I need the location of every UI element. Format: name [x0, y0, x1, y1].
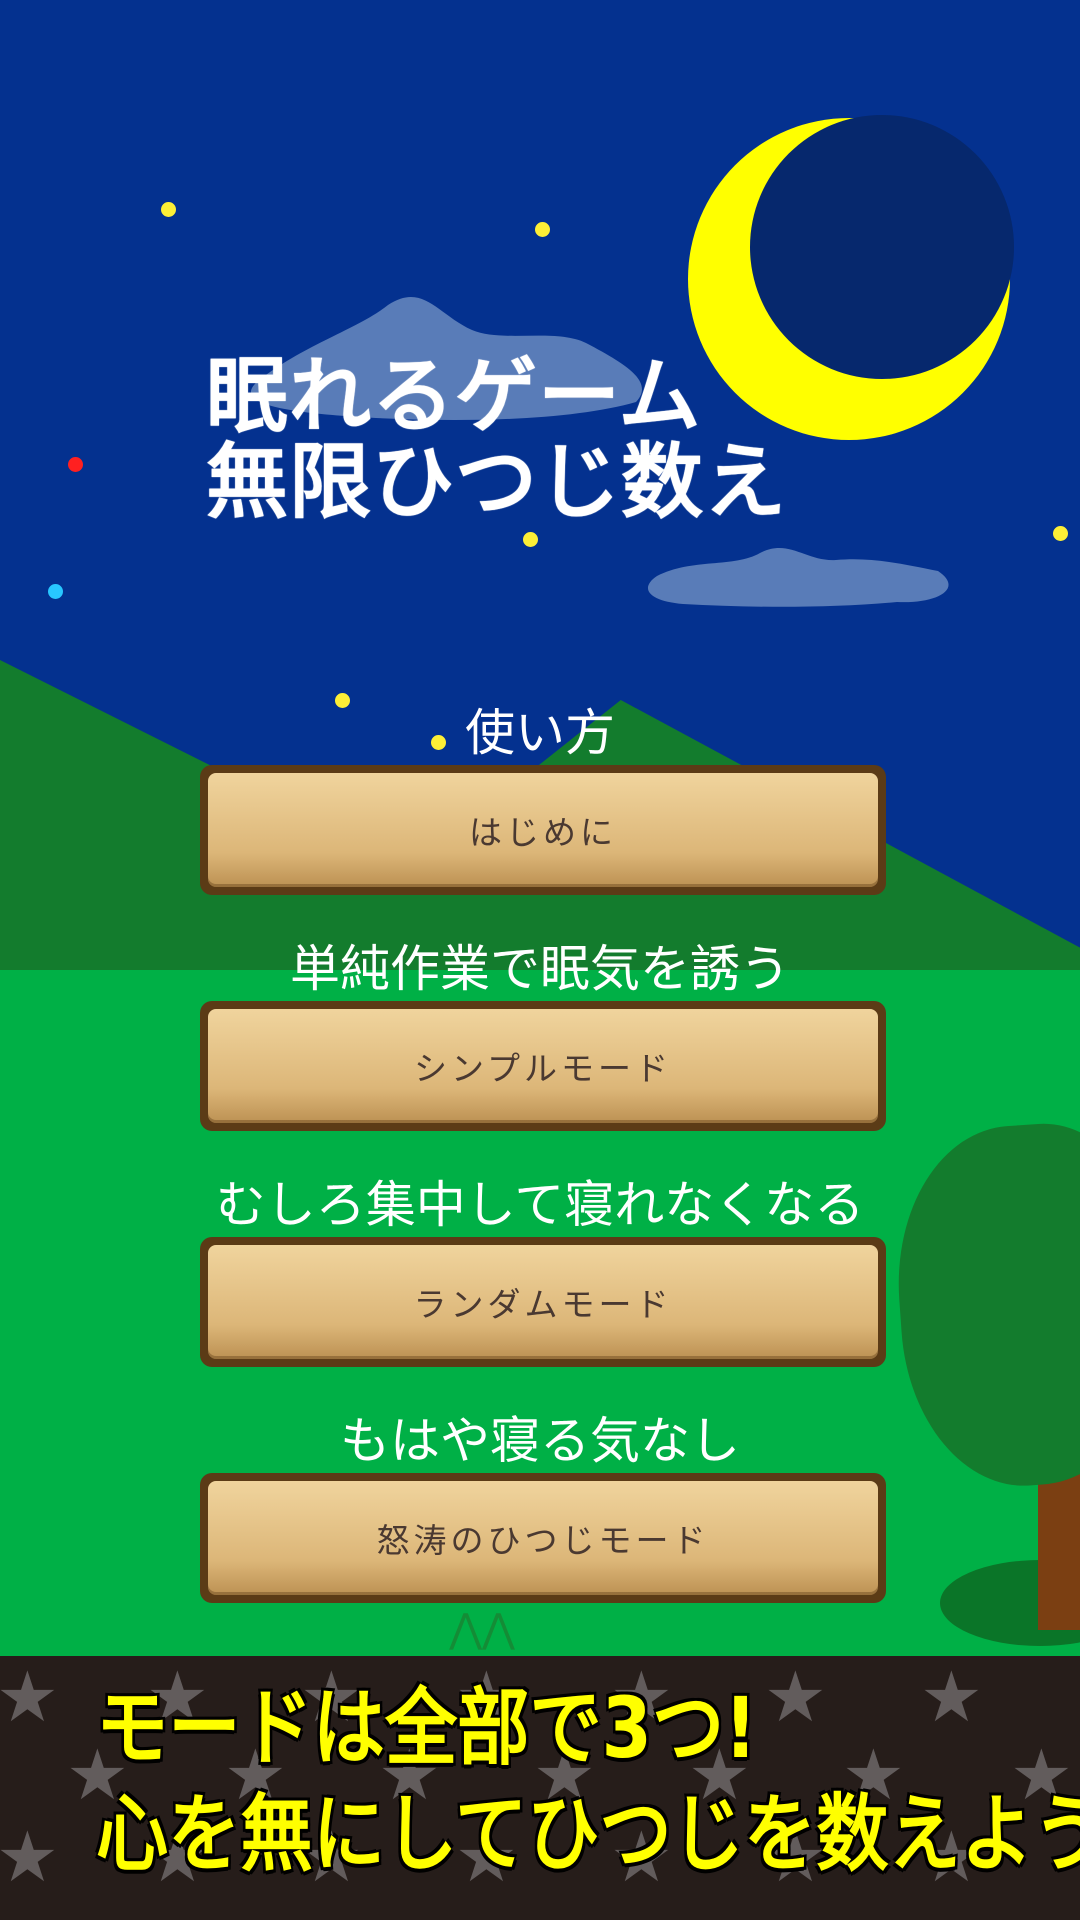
star-icon [1053, 526, 1068, 541]
promo-banner: ★ ★ ★ ★ ★ ★ ★ ★ ★ ★ ★ ★ ★ ★ ★ ★ ★ ★ ★ ★ … [0, 1656, 1080, 1920]
moon-shadow [750, 115, 1014, 379]
rush-mode-button[interactable]: 怒涛のひつじモード [200, 1473, 886, 1603]
grass-icon: ⋀⋀ [449, 1606, 515, 1652]
caption-how-to-play: 使い方 [465, 704, 615, 762]
random-mode-label: ランダムモード [208, 1245, 878, 1359]
star-icon [68, 457, 83, 472]
star-icon [48, 584, 63, 599]
caption-rush-mode: もはや寝る気なし [340, 1412, 740, 1470]
star-icon [535, 222, 550, 237]
caption-random-mode: むしろ集中して寝れなくなる [215, 1176, 865, 1234]
title-line-1: 眠れるゲーム [206, 349, 702, 444]
star-icon [161, 202, 176, 217]
star-icon [523, 532, 538, 547]
star-icon: ★ [0, 1656, 59, 1738]
banner-line-1: モードは全部で3つ! [96, 1679, 758, 1777]
simple-mode-button[interactable]: シンプルモード [200, 1001, 886, 1131]
start-button-label: はじめに [208, 773, 878, 887]
start-button[interactable]: はじめに [200, 765, 886, 895]
rush-mode-label: 怒涛のひつじモード [208, 1481, 878, 1595]
game-title: 眠れるゲーム 無限ひつじ数え [206, 354, 787, 526]
star-icon: ★ [0, 1816, 59, 1898]
title-line-2: 無限ひつじ数え [206, 435, 788, 530]
simple-mode-label: シンプルモード [208, 1009, 878, 1123]
star-icon: ★ [920, 1656, 983, 1738]
star-icon: ★ [764, 1656, 827, 1738]
caption-simple-mode: 単純作業で眠気を誘う [290, 940, 790, 998]
banner-line-2: 心を無にしてひつじを数えよう! [96, 1785, 1080, 1883]
random-mode-button[interactable]: ランダムモード [200, 1237, 886, 1367]
cloud-icon [647, 548, 949, 607]
game-scene: 眠れるゲーム 無限ひつじ数え ⋀⋀ 使い方 はじめに 単純作業で眠気を誘う シン… [0, 0, 1080, 1656]
